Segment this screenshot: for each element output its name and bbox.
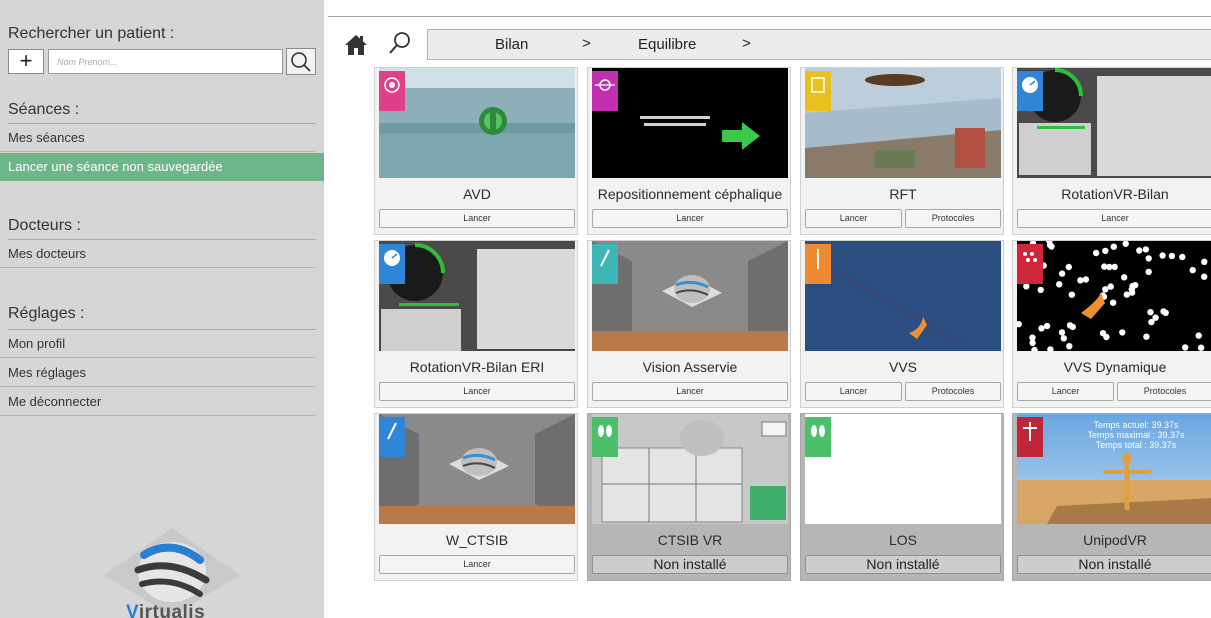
exercise-card-rotationvr-bilan-eri[interactable]: RotationVR-Bilan ERI Lancer xyxy=(374,240,578,408)
card-title: VVS xyxy=(888,359,917,375)
sidebar-item-mes-seances[interactable]: Mes séances xyxy=(0,124,316,152)
not-installed-status: Non installé xyxy=(805,555,1001,574)
divider xyxy=(328,16,1211,17)
feet-icon xyxy=(805,417,831,457)
search-button[interactable] xyxy=(286,48,316,75)
sidebar-item-mon-profil[interactable]: Mon profil xyxy=(0,330,316,358)
magnifier-icon[interactable] xyxy=(387,30,413,56)
lancer-button[interactable]: Lancer xyxy=(379,382,575,401)
thumbnail xyxy=(592,414,788,524)
card-title: AVD xyxy=(463,186,491,202)
add-patient-button[interactable]: + xyxy=(8,49,44,74)
lancer-button[interactable]: Lancer xyxy=(805,382,902,401)
exercise-card-rotationvr-bilan[interactable]: RotationVR-Bilan Lancer xyxy=(1012,67,1211,235)
exercise-card-rft[interactable]: RFT Lancer Protocoles xyxy=(800,67,1004,235)
pen-icon xyxy=(379,417,405,457)
thumbnail xyxy=(379,241,575,351)
settings-title: Réglages : xyxy=(8,305,85,322)
card-title: CTSIB VR xyxy=(657,532,723,548)
protocoles-button[interactable]: Protocoles xyxy=(1117,382,1211,401)
home-icon[interactable] xyxy=(344,34,368,56)
sidebar-item-lancer-seance[interactable]: Lancer une séance non sauvegardée xyxy=(0,153,324,181)
gauge-icon xyxy=(379,244,405,284)
exercise-card-los[interactable]: LOS Non installé xyxy=(800,413,1004,581)
card-title: Repositionnement céphalique xyxy=(597,186,783,202)
exercise-card-repositionnement-cephalique[interactable]: Repositionnement céphalique Lancer xyxy=(587,67,791,235)
virtualis-logo-text: Virtualis xyxy=(126,602,206,618)
sessions-title: Séances : xyxy=(8,101,80,118)
patient-search-input[interactable] xyxy=(48,49,283,74)
sidebar-item-mes-reglages[interactable]: Mes réglages xyxy=(0,359,316,387)
sidebar-item-mes-docteurs[interactable]: Mes docteurs xyxy=(0,240,316,268)
card-title: UnipodVR xyxy=(1083,532,1147,548)
crosshair-icon xyxy=(592,71,618,111)
card-title: VVS Dynamique xyxy=(1063,359,1167,375)
lancer-button[interactable]: Lancer xyxy=(1017,382,1114,401)
card-title: RotationVR-Bilan ERI xyxy=(409,359,545,375)
exercise-card-unipodvr[interactable]: Temps actuel: 39.37s Temps maximal : 39.… xyxy=(1012,413,1211,581)
breadcrumb: Bilan > Equilibre > xyxy=(427,29,1211,60)
target-icon xyxy=(379,71,405,111)
thumbnail xyxy=(379,414,575,524)
lancer-button[interactable]: Lancer xyxy=(379,209,575,228)
thumbnail xyxy=(805,241,1001,351)
lancer-button[interactable]: Lancer xyxy=(805,209,902,228)
exercise-card-vvs[interactable]: VVS Lancer Protocoles xyxy=(800,240,1004,408)
lancer-button[interactable]: Lancer xyxy=(592,382,788,401)
thumbnail xyxy=(592,241,788,351)
protocoles-button[interactable]: Protocoles xyxy=(905,382,1001,401)
lancer-button[interactable]: Lancer xyxy=(1017,209,1211,228)
protocoles-button[interactable]: Protocoles xyxy=(905,209,1001,228)
not-installed-status: Non installé xyxy=(592,555,788,574)
pen-icon xyxy=(592,244,618,284)
not-installed-status: Non installé xyxy=(1017,555,1211,574)
card-title: Vision Asservie xyxy=(642,359,738,375)
thumbnail xyxy=(805,414,1001,524)
thumbnail xyxy=(1017,241,1211,351)
sidebar-item-me-deconnecter[interactable]: Me déconnecter xyxy=(0,388,316,416)
thumbnail xyxy=(1017,68,1211,178)
exercise-card-vvs-dynamique[interactable]: VVS Dynamique Lancer Protocoles xyxy=(1012,240,1211,408)
figure-icon xyxy=(1017,417,1043,457)
sidebar: Rechercher un patient : + Séances : Mes … xyxy=(0,0,324,618)
card-title: W_CTSIB xyxy=(445,532,509,548)
lancer-button[interactable]: Lancer xyxy=(379,555,575,574)
exercise-card-vision-asservie[interactable]: Vision Asservie Lancer xyxy=(587,240,791,408)
frame-icon xyxy=(805,71,831,111)
breadcrumb-item-equilibre[interactable]: Equilibre xyxy=(638,36,696,53)
search-title: Rechercher un patient : xyxy=(8,25,175,42)
chevron-right-icon: > xyxy=(742,35,751,52)
thumbnail xyxy=(592,68,788,178)
card-title: RotationVR-Bilan xyxy=(1061,186,1169,202)
lancer-button[interactable]: Lancer xyxy=(592,209,788,228)
exercise-card-w-ctsib[interactable]: W_CTSIB Lancer xyxy=(374,413,578,581)
card-title: RFT xyxy=(889,186,917,202)
feet-icon xyxy=(592,417,618,457)
exercise-card-avd[interactable]: AVD Lancer xyxy=(374,67,578,235)
search-icon xyxy=(291,52,311,72)
exercise-card-ctsib-vr[interactable]: CTSIB VR Non installé xyxy=(587,413,791,581)
doctors-title: Docteurs : xyxy=(8,217,81,234)
card-title: LOS xyxy=(888,532,917,548)
thumbnail xyxy=(379,68,575,178)
thumbnail: Temps actuel: 39.37s Temps maximal : 39.… xyxy=(1017,414,1211,524)
line-icon xyxy=(805,244,831,284)
chevron-right-icon: > xyxy=(582,35,591,52)
thumbnail xyxy=(805,68,1001,178)
dots-icon xyxy=(1017,244,1043,284)
gauge-icon xyxy=(1017,71,1043,111)
timer-overlay: Temps actuel: 39.37s Temps maximal : 39.… xyxy=(1087,420,1185,450)
breadcrumb-item-bilan[interactable]: Bilan xyxy=(495,36,528,53)
